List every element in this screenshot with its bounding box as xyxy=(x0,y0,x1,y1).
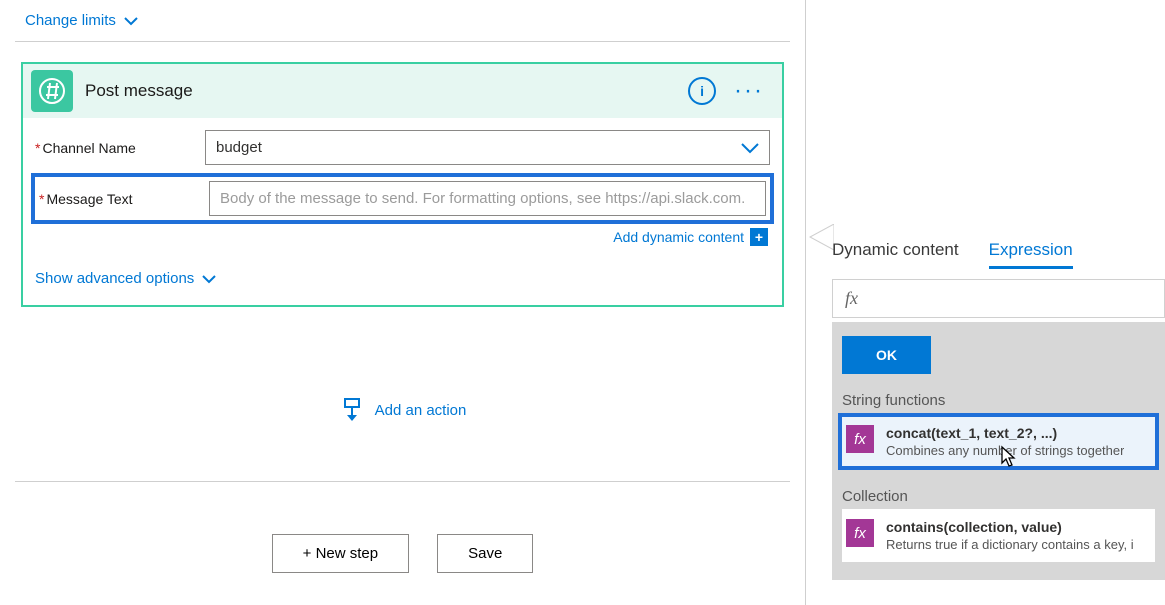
callout-pointer-icon xyxy=(806,224,834,250)
function-concat[interactable]: fx concat(text_1, text_2?, ...) Combines… xyxy=(838,413,1159,470)
add-dynamic-content-link[interactable]: Add dynamic content xyxy=(613,229,744,245)
show-advanced-options-link[interactable]: Show advanced options xyxy=(35,270,770,287)
change-limits-label: Change limits xyxy=(25,12,116,29)
channel-name-value: budget xyxy=(216,139,262,156)
function-contains-desc: Returns true if a dictionary contains a … xyxy=(886,537,1134,552)
message-text-input[interactable]: Body of the message to send. For formatt… xyxy=(209,181,766,216)
divider xyxy=(15,481,790,482)
tab-expression[interactable]: Expression xyxy=(989,240,1073,269)
ok-button[interactable]: OK xyxy=(842,336,931,374)
save-button[interactable]: Save xyxy=(437,534,533,573)
function-concat-name: concat(text_1, text_2?, ...) xyxy=(886,425,1124,441)
category-string-functions: String functions xyxy=(842,392,1155,409)
fx-prefix: fx xyxy=(845,288,858,308)
channel-name-select[interactable]: budget xyxy=(205,130,770,165)
card-title: Post message xyxy=(85,81,676,101)
chevron-down-icon xyxy=(202,274,216,284)
function-contains-name: contains(collection, value) xyxy=(886,519,1134,535)
message-text-label: *Message Text xyxy=(39,191,209,207)
chevron-down-icon xyxy=(124,16,138,26)
add-an-action-button[interactable]: Add an action xyxy=(15,397,790,423)
divider xyxy=(15,41,790,42)
function-contains[interactable]: fx contains(collection, value) Returns t… xyxy=(842,509,1155,562)
change-limits-link[interactable]: Change limits xyxy=(15,0,790,41)
post-message-card: Post message i ··· *Channel Name budget xyxy=(21,62,784,307)
more-menu-icon[interactable]: ··· xyxy=(728,79,770,103)
channel-name-label: *Channel Name xyxy=(35,140,205,156)
category-collection: Collection xyxy=(842,488,1155,505)
message-text-row-highlight: *Message Text Body of the message to sen… xyxy=(31,173,774,224)
new-step-button[interactable]: + New step xyxy=(272,534,409,573)
expression-input[interactable]: fx xyxy=(832,279,1165,318)
add-an-action-label: Add an action xyxy=(375,402,467,419)
function-concat-desc: Combines any number of strings together xyxy=(886,443,1124,458)
show-advanced-options-label: Show advanced options xyxy=(35,270,194,287)
card-header[interactable]: Post message i ··· xyxy=(23,64,782,118)
tab-dynamic-content[interactable]: Dynamic content xyxy=(832,240,959,269)
expression-panel: Dynamic content Expression fx OK String … xyxy=(832,234,1165,580)
info-icon[interactable]: i xyxy=(688,77,716,105)
panel-divider xyxy=(805,0,806,605)
plus-icon[interactable]: + xyxy=(750,228,768,246)
fx-icon: fx xyxy=(846,425,874,453)
message-text-placeholder: Body of the message to send. For formatt… xyxy=(220,190,745,207)
slack-hash-icon xyxy=(31,70,73,112)
insert-step-icon xyxy=(339,397,365,423)
fx-icon: fx xyxy=(846,519,874,547)
